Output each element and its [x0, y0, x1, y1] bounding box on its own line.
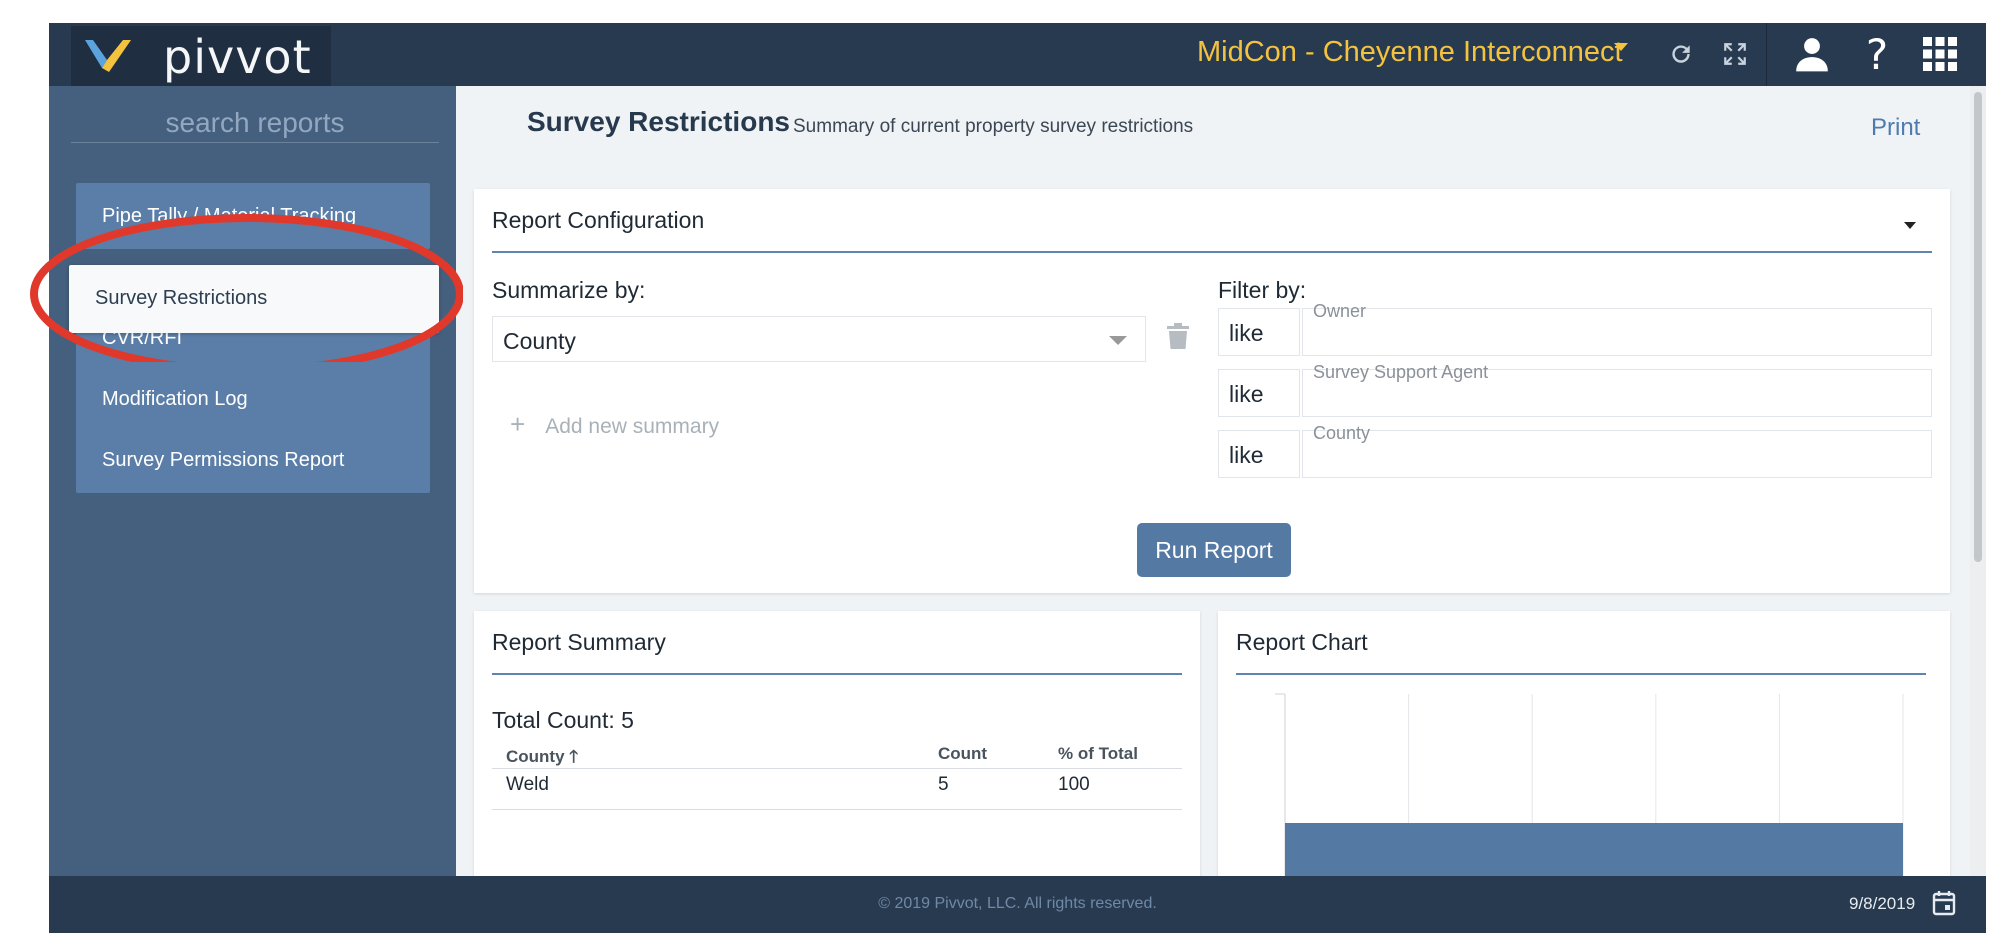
card-divider	[492, 251, 1932, 253]
add-new-summary-button[interactable]: + Add new summary	[510, 409, 719, 440]
sidebar-item-survey-permissions[interactable]: Survey Permissions Report	[76, 427, 430, 493]
table-cell-percent: 100	[1058, 774, 1090, 795]
add-new-summary-label: Add new summary	[545, 415, 720, 438]
pivvot-logo[interactable]: pivvot	[71, 26, 331, 86]
footer: © 2019 Pivvot, LLC. All rights reserved.…	[49, 876, 1986, 933]
caret-down-icon[interactable]	[1614, 43, 1628, 51]
page-subtitle: Summary of current property survey restr…	[793, 116, 1194, 137]
logo-text: pivvot	[163, 30, 312, 84]
user-icon[interactable]	[1787, 33, 1837, 75]
pivvot-logo-mark-icon	[85, 40, 131, 72]
report-configuration-title[interactable]: Report Configuration	[492, 207, 704, 234]
search-reports-input[interactable]	[71, 104, 439, 143]
column-header-percent[interactable]: % of Total	[1058, 744, 1138, 764]
report-chart-card: Report Chart	[1218, 611, 1950, 876]
card-divider	[492, 673, 1182, 675]
filter-field-label: Survey Support Agent	[1313, 362, 1489, 382]
top-bar: pivvot MidCon - Cheyenne Interconnect ?	[49, 23, 1986, 86]
report-summary-title: Report Summary	[492, 629, 666, 655]
plus-icon: +	[510, 409, 526, 439]
summarize-by-value: County	[503, 328, 576, 354]
app-window: pivvot MidCon - Cheyenne Interconnect ?	[49, 23, 1986, 933]
dropdown-caret-icon	[1109, 336, 1127, 345]
reports-sidebar: Pipe Tally / Material Tracking CVR/RFI M…	[49, 86, 456, 876]
calendar-icon[interactable]	[1932, 890, 1956, 921]
project-selector[interactable]: MidCon - Cheyenne Interconnect	[1197, 36, 1623, 69]
survey-support-agent-filter-input[interactable]: Survey Support Agent	[1302, 362, 1932, 417]
table-cell-count: 5	[938, 774, 949, 795]
collapse-caret-icon[interactable]	[1904, 222, 1916, 229]
apps-grid-icon[interactable]	[1919, 33, 1961, 75]
scrollbar-thumb[interactable]	[1974, 92, 1982, 562]
main-scrollbar[interactable]	[1970, 86, 1986, 876]
filter-operator-select[interactable]: like	[1218, 430, 1300, 478]
chart-bar	[1285, 823, 1903, 876]
help-icon[interactable]: ?	[1857, 30, 1897, 79]
filter-operator-select[interactable]: like	[1218, 369, 1300, 417]
sort-ascending-icon: 🡑	[569, 747, 579, 766]
footer-date: 9/8/2019	[1849, 894, 1916, 913]
report-chart	[1275, 693, 1904, 876]
report-summary-card: Report Summary Total Count: 5 County 🡑 C…	[474, 611, 1200, 876]
owner-filter-input[interactable]: Owner	[1302, 301, 1932, 356]
report-configuration-card: Report Configuration Summarize by: Count…	[474, 189, 1950, 593]
table-row-divider	[492, 809, 1182, 810]
page-title: Survey Restrictions	[527, 106, 790, 137]
county-filter-input[interactable]: County	[1302, 423, 1932, 478]
trash-icon[interactable]	[1167, 323, 1189, 354]
filter-row-survey-support-agent: like Survey Support Agent	[1218, 362, 1932, 417]
filter-row-owner: like Owner	[1218, 301, 1932, 356]
print-link[interactable]: Print	[1871, 114, 1920, 142]
toolbar-divider	[1766, 23, 1767, 86]
filter-row-county: like County	[1218, 423, 1932, 478]
filter-operator-select[interactable]: like	[1218, 308, 1300, 356]
table-header-divider	[492, 768, 1182, 769]
main-content: Survey Restrictions Summary of current p…	[456, 86, 1970, 876]
copyright-text: © 2019 Pivvot, LLC. All rights reserved.	[878, 895, 1157, 912]
total-count: Total Count: 5	[492, 707, 634, 733]
red-annotation-ellipse	[30, 214, 463, 362]
sidebar-item-modification-log[interactable]: Modification Log	[76, 366, 430, 432]
run-report-button[interactable]: Run Report	[1137, 523, 1291, 577]
table-cell-county: Weld	[506, 774, 549, 795]
filter-field-label: Owner	[1313, 301, 1367, 321]
summarize-by-select[interactable]: County	[492, 316, 1146, 362]
filter-field-label: County	[1313, 423, 1371, 443]
filter-by-label: Filter by:	[1218, 277, 1307, 303]
column-header-count[interactable]: Count	[938, 744, 987, 764]
summarize-by-label: Summarize by:	[492, 277, 646, 303]
refresh-icon[interactable]	[1659, 33, 1703, 75]
fullscreen-icon[interactable]	[1713, 33, 1757, 75]
